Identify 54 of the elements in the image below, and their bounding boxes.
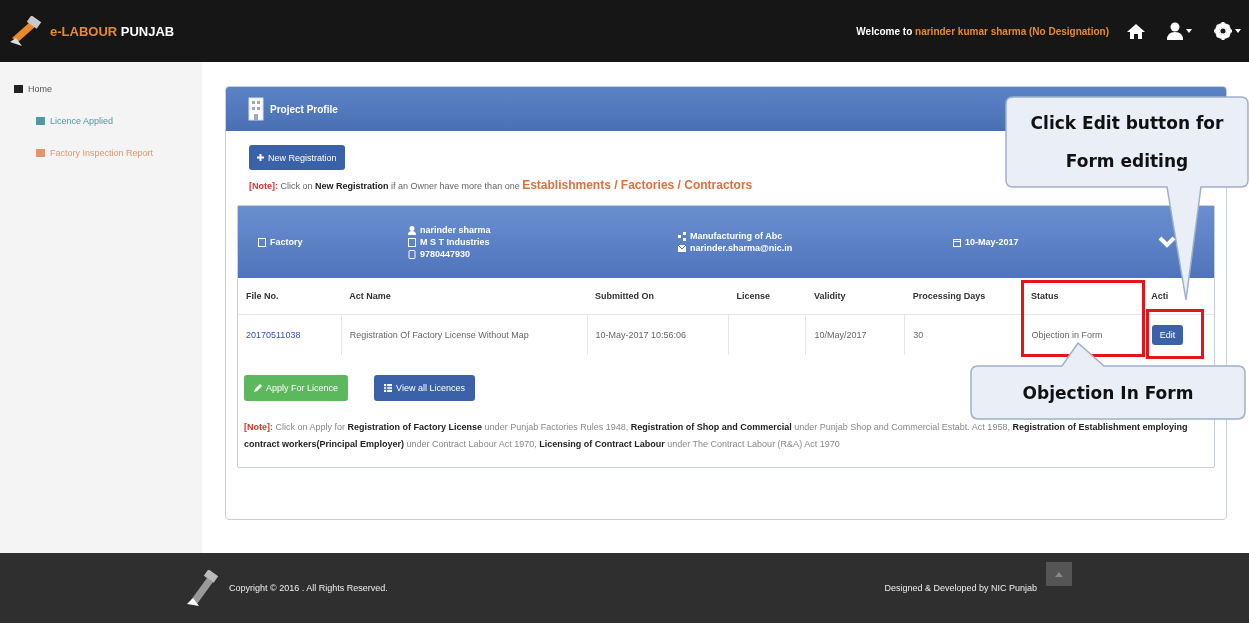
- plus-icon: [257, 154, 264, 161]
- caret-up-icon: [1055, 571, 1063, 577]
- registration-date: 10-May-2017: [965, 236, 1019, 248]
- copyright-text: Copyright © 2016 . All Rights Reserved.: [229, 583, 388, 593]
- note-text: [Note]: Click on New Registration if an Owner have more than one Establishments / Factories / Contractors: [249, 178, 754, 193]
- processing-days: 30: [913, 330, 924, 340]
- app-logo-text: e-LABOUR PUNJAB: [50, 23, 175, 39]
- callout-text: Click Edit button for Form editing: [1029, 112, 1225, 173]
- status-text: Objection in Form: [1031, 330, 1103, 340]
- file-number-link[interactable]: 20170511038: [246, 330, 301, 340]
- user-icon: [1167, 22, 1183, 40]
- note-text: [Note]: Click on Apply for Registration of Factory License under Punjab Factories Rules 1948, Registration of Shop and Commercial under Punjab Shop and Commercial Estabt. Act 1958, Registration of Establishment employing contract workers(Principal Employer) under Contract Labour Act 1970, Licensing of Contract Labour under The Contract Labour (R&A) Act 1970: [244, 421, 1189, 451]
- column-header: Validity: [805, 278, 905, 315]
- new-registration-button[interactable]: New Registration: [249, 145, 345, 170]
- company-name: M S T Industries: [420, 236, 490, 248]
- column-header: Status: [1022, 278, 1144, 315]
- caret-icon: [1235, 29, 1241, 33]
- column-header: Processing Days: [904, 278, 1023, 315]
- phone-icon: [408, 249, 416, 259]
- email-text: narinder.sharma@nic.in: [690, 242, 793, 254]
- settings-menu-icon[interactable]: [1214, 22, 1241, 40]
- column-header: License: [728, 278, 806, 315]
- home-icon[interactable]: [1127, 23, 1145, 39]
- establishment-type: Factory: [270, 236, 303, 248]
- column-header: Act Name: [341, 278, 588, 315]
- pencil-icon: [254, 384, 262, 392]
- list-icon: [384, 384, 393, 392]
- sidebar-item[interactable]: Home: [0, 82, 202, 96]
- user-icon: [408, 225, 416, 235]
- view-licences-button[interactable]: View all Licences: [374, 375, 475, 401]
- square-icon: [258, 237, 266, 247]
- owner-name: narinder sharma: [420, 224, 491, 236]
- sitemap-icon: [678, 231, 686, 241]
- gear-icon: [1214, 22, 1232, 40]
- callout-text: Objection In Form: [1022, 381, 1194, 405]
- panel-title: Project Profile: [270, 103, 338, 115]
- user-menu-icon[interactable]: [1167, 22, 1192, 40]
- envelope-icon: [678, 243, 686, 253]
- validity-date: 10/May/2017: [814, 330, 867, 340]
- calendar-icon: [953, 237, 961, 247]
- act-name: Registration Of Factory License Without Map: [349, 330, 529, 340]
- phone-number: 9780447930: [420, 248, 471, 260]
- submitted-on: 10-May-2017 10:56:06: [595, 330, 687, 340]
- chevron-down-icon: [1158, 236, 1176, 248]
- column-header: Submitted On: [587, 278, 729, 315]
- edit-button[interactable]: Edit: [1151, 325, 1184, 345]
- developer-credit: Designed & Developed by NIC Punjab: [884, 583, 1037, 593]
- caret-icon: [1186, 29, 1192, 33]
- activity-text: Manufacturing of Abc: [690, 230, 783, 242]
- column-header: File No.: [238, 278, 342, 315]
- welcome-text: Welcome to narinder kumar sharma (No Designation): [856, 25, 1109, 37]
- sidebar-item[interactable]: Licence Applied: [0, 114, 202, 128]
- app-logo-prefix: e-LABOUR: [50, 23, 118, 39]
- column-header: Acti: [1143, 278, 1214, 315]
